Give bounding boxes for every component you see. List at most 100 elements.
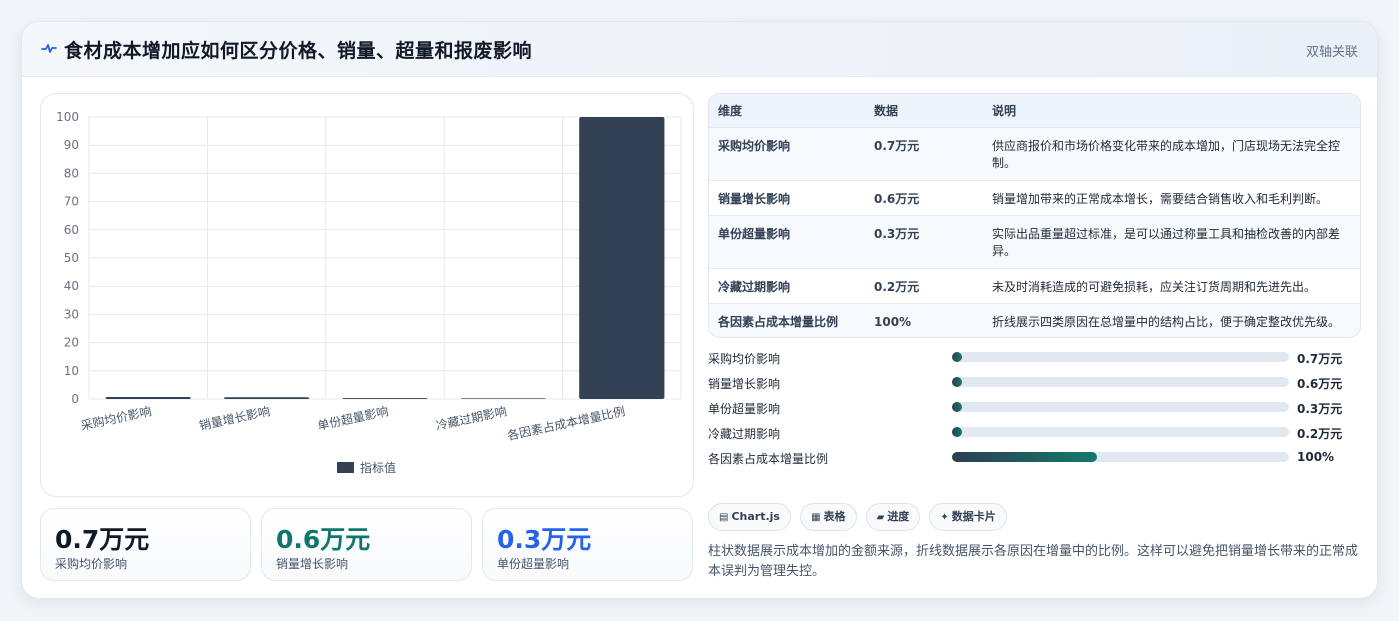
- y-tick-label: 0: [71, 392, 79, 406]
- table-row: 采购均价影响 0.7万元 供应商报价和市场价格变化带来的成本增加，门店现场无法完…: [709, 127, 1360, 181]
- progress-value: 0.6万元: [1297, 377, 1343, 391]
- tag-progress[interactable]: ▰ 进度: [865, 503, 921, 531]
- cell-value: 0.2万元: [865, 268, 983, 304]
- y-tick-label: 90: [64, 138, 79, 152]
- progress-label: 冷藏过期影响: [708, 427, 781, 441]
- tag-label: 表格: [823, 510, 846, 523]
- bar-chart-panel: 0 10 20 30 40 50 60 70 80 90 100 采购均价影响 销量增长影响 单份超量影响…: [40, 93, 694, 497]
- progress-fill: [952, 352, 962, 362]
- progress-value: 0.3万元: [1297, 402, 1343, 416]
- sparkle-icon: ✦: [940, 512, 949, 523]
- legend-swatch: [337, 462, 354, 473]
- bar: [579, 117, 665, 399]
- progress-value: 100%: [1297, 450, 1335, 464]
- main-card: 食材成本增加应如何区分价格、销量、超量和报废影响 双轴关联 0 10 20 30 40 5…: [21, 21, 1378, 599]
- progress-value: 0.2万元: [1297, 427, 1343, 441]
- progress-track: [952, 377, 1289, 387]
- progress-row: 采购均价影响 0.7万元: [708, 348, 1348, 373]
- progress-icon: ▰: [876, 512, 885, 523]
- y-tick-label: 20: [64, 336, 79, 350]
- progress-track: [952, 427, 1289, 437]
- y-tick-label: 70: [64, 195, 79, 209]
- table-row: 单份超量影响 0.3万元 实际出品重量超过标准，是可以通过称量工具和抽检改善的内…: [709, 215, 1360, 269]
- y-tick-label: 60: [64, 223, 79, 237]
- progress-row: 销量增长影响 0.6万元: [708, 373, 1348, 398]
- cell-value: 0.7万元: [865, 127, 983, 181]
- description-note: 柱状数据展示成本增加的金额来源，折线数据展示各原因在增量中的比例。这样可以避免把…: [708, 544, 1359, 579]
- page-title: 食材成本增加应如何区分价格、销量、超量和报废影响: [64, 40, 533, 62]
- table-row: 冷藏过期影响 0.2万元 未及时消耗造成的可避免损耗，应关注订货周期和先进先出。: [709, 268, 1360, 304]
- kpi-card-portion-excess: 0.3万元 单份超量影响: [482, 508, 693, 581]
- cell-description: 销量增加带来的正常成本增长，需要结合销售收入和毛利判断。: [983, 180, 1360, 216]
- progress-fill: [952, 402, 962, 412]
- y-tick-label: 100: [56, 110, 79, 124]
- bar: [342, 398, 428, 399]
- cell-value: 0.3万元: [865, 215, 983, 269]
- cell-dimension: 冷藏过期影响: [709, 268, 865, 304]
- tag-data-card[interactable]: ✦ 数据卡片: [929, 503, 1007, 531]
- progress-row: 单份超量影响 0.3万元: [708, 398, 1348, 423]
- cell-dimension: 采购均价影响: [709, 127, 865, 181]
- kpi-value: 0.7万元: [55, 525, 150, 554]
- table-row: 各因素占成本增量比例 100% 折线展示四类原因在总增量中的结构占比，便于确定整…: [709, 303, 1360, 337]
- chart-icon: ▤: [719, 512, 729, 523]
- progress-label: 销量增长影响: [708, 377, 781, 391]
- card-header: 食材成本增加应如何区分价格、销量、超量和报废影响 双轴关联: [22, 22, 1377, 77]
- tag-label: 数据卡片: [951, 510, 996, 523]
- kpi-label: 单份超量影响: [497, 557, 570, 571]
- tag-table[interactable]: ▦ 表格: [800, 503, 857, 531]
- cell-description: 供应商报价和市场价格变化带来的成本增加，门店现场无法完全控制。: [983, 127, 1360, 181]
- y-tick-label: 80: [64, 166, 79, 180]
- kpi-label: 销量增长影响: [276, 557, 349, 571]
- progress-label: 采购均价影响: [708, 352, 781, 366]
- table-row: 销量增长影响 0.6万元 销量增加带来的正常成本增长，需要结合销售收入和毛利判断…: [709, 180, 1360, 216]
- progress-label: 各因素占成本增量比例: [708, 452, 829, 466]
- progress-track: [952, 402, 1289, 412]
- progress-label: 单份超量影响: [708, 402, 781, 416]
- y-tick-label: 50: [64, 251, 79, 265]
- legend-label: 指标值: [360, 460, 396, 475]
- tag-list: ▤ Chart.js ▦ 表格 ▰ 进度 ✦ 数据卡片: [708, 503, 1011, 531]
- progress-fill: [952, 377, 962, 387]
- bar: [460, 398, 547, 399]
- column-header-description: 说明: [983, 94, 1360, 128]
- bar: [105, 397, 191, 399]
- x-tick-label: 单份超量影响: [316, 403, 390, 433]
- progress-list: 采购均价影响 0.7万元 销量增长影响 0.6万元 单份超量影响 0.3万元 冷…: [708, 348, 1348, 473]
- kpi-card-sales-growth: 0.6万元 销量增长影响: [261, 508, 472, 581]
- progress-fill: [952, 452, 1097, 462]
- x-tick-label: 各因素占成本增量比例: [506, 403, 627, 443]
- tag-chartjs[interactable]: ▤ Chart.js: [708, 503, 791, 531]
- cell-dimension: 销量增长影响: [709, 180, 865, 216]
- kpi-value: 0.3万元: [497, 525, 592, 554]
- cell-description: 折线展示四类原因在总增量中的结构占比，便于确定整改优先级。: [992, 314, 1341, 329]
- cell-description: 实际出品重量超过标准，是可以通过称量工具和抽检改善的内部差异。: [983, 215, 1360, 269]
- table-header-row: 维度 数据 说明: [709, 94, 1360, 128]
- cell-dimension: 单份超量影响: [709, 215, 865, 269]
- kpi-label: 采购均价影响: [55, 557, 128, 571]
- data-table: 维度 数据 说明 采购均价影响 0.7万元 供应商报价和市场价格变化带来的成本增…: [708, 93, 1361, 338]
- tag-label: 进度: [887, 510, 910, 523]
- table-icon: ▦: [811, 512, 821, 523]
- x-tick-label: 采购均价影响: [79, 403, 153, 433]
- progress-row: 各因素占成本增量比例 100%: [708, 448, 1348, 473]
- y-tick-label: 10: [64, 364, 79, 378]
- column-header-data: 数据: [865, 94, 983, 128]
- progress-track: [952, 452, 1289, 462]
- y-tick-label: 40: [64, 279, 79, 293]
- dual-axis-label: 双轴关联: [1305, 45, 1358, 60]
- cell-value: 100%: [874, 314, 912, 329]
- cell-description: 未及时消耗造成的可避免损耗，应关注订货周期和先进先出。: [983, 268, 1360, 304]
- cell-value: 0.6万元: [865, 180, 983, 216]
- kpi-value: 0.6万元: [276, 525, 371, 554]
- kpi-card-purchase-price: 0.7万元 采购均价影响: [40, 508, 251, 581]
- pulse-icon: [41, 44, 57, 53]
- x-tick-label: 冷藏过期影响: [434, 403, 508, 433]
- bar: [223, 397, 310, 399]
- progress-value: 0.7万元: [1297, 352, 1343, 366]
- bar-chart: 0 10 20 30 40 50 60 70 80 90 100 采购均价影响 销量增长影响 单份超量影响…: [56, 110, 682, 475]
- column-header-dimension: 维度: [709, 94, 865, 128]
- progress-row: 冷藏过期影响 0.2万元: [708, 423, 1348, 448]
- cell-dimension: 各因素占成本增量比例: [718, 314, 839, 329]
- x-tick-label: 销量增长影响: [198, 403, 272, 433]
